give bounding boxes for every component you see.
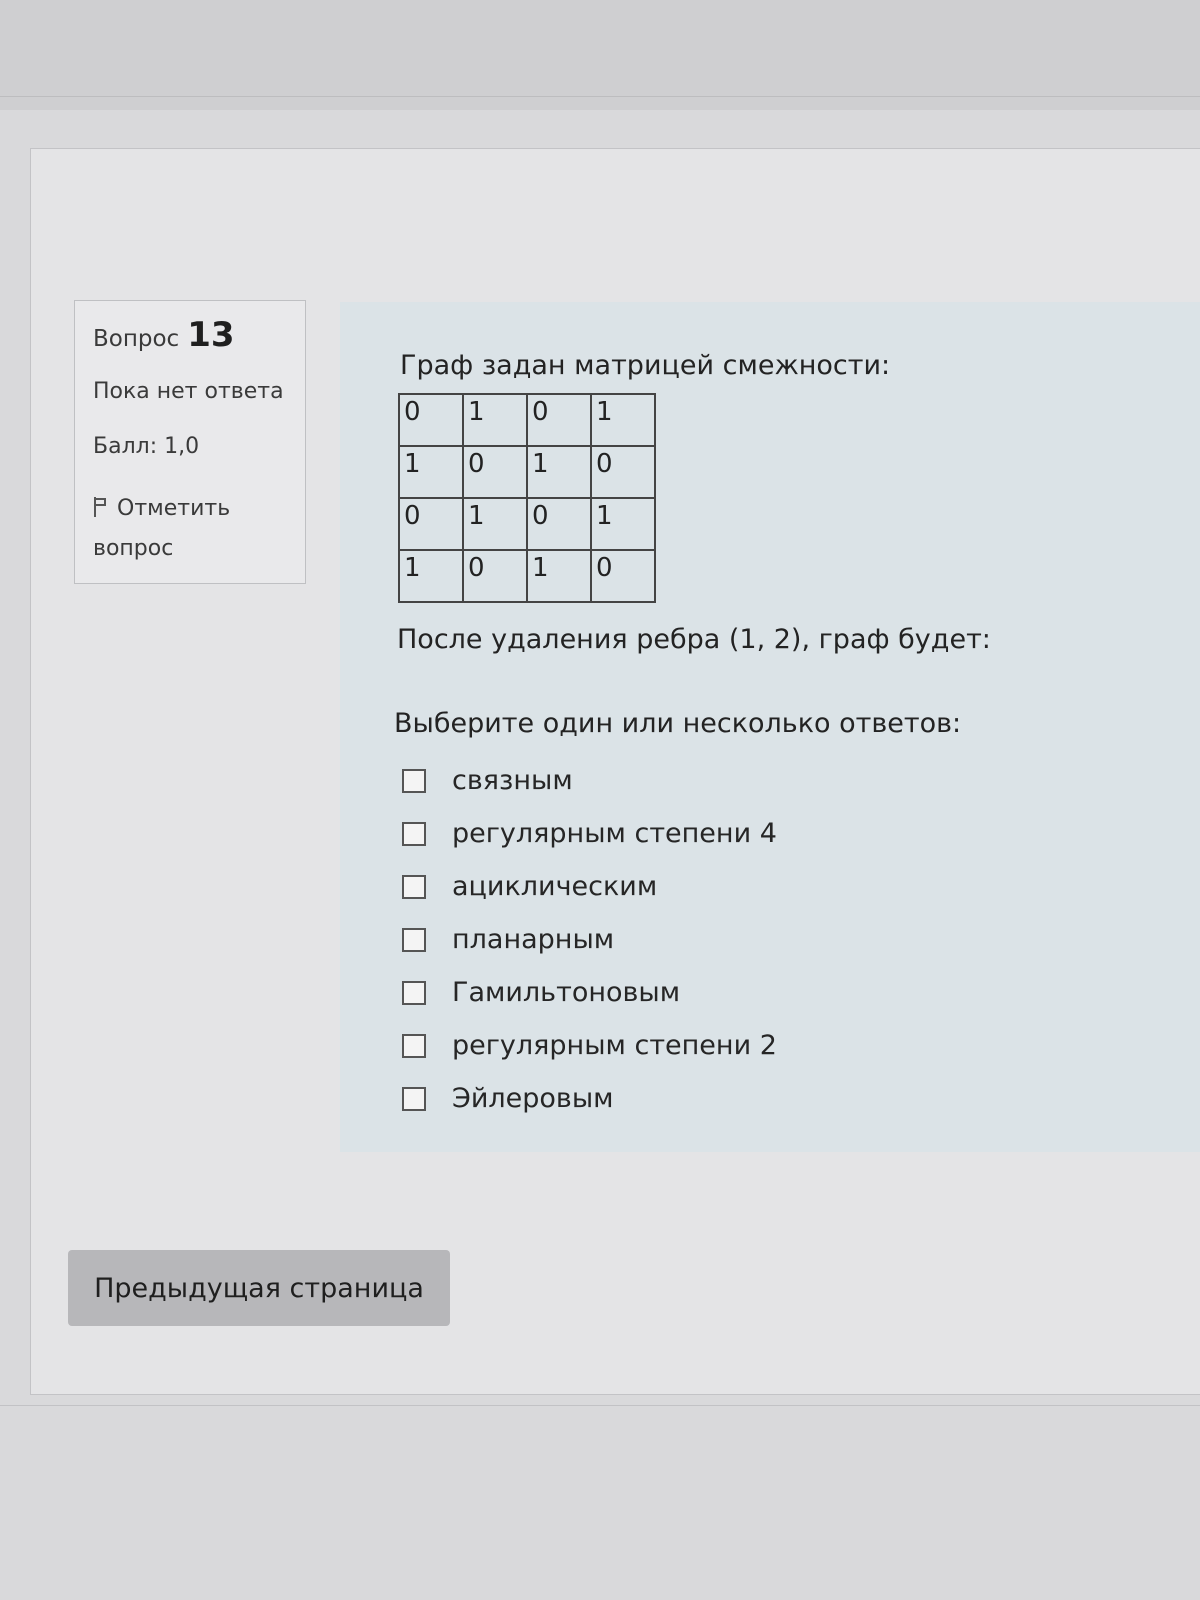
answer-option-label: регулярным степени 4	[452, 818, 777, 849]
previous-page-button[interactable]: Предыдущая страница	[68, 1250, 450, 1326]
matrix-cell: 0	[526, 393, 592, 447]
matrix-row: 0 1 0 1	[398, 393, 656, 447]
matrix-cell: 1	[526, 445, 592, 499]
divider	[0, 96, 1200, 97]
answer-option[interactable]: Гамильтоновым	[402, 966, 777, 1019]
adjacency-matrix: 0 1 0 1 1 0 1 0 0 1 0 1 1 0 1 0	[398, 393, 656, 603]
browser-top-area	[0, 0, 1200, 110]
matrix-cell: 0	[590, 549, 656, 603]
answer-option-label: планарным	[452, 924, 615, 955]
matrix-cell: 1	[462, 393, 528, 447]
question-condition: После удаления ребра (1, 2), граф будет:	[397, 624, 991, 655]
question-info-box: Вопрос 13 Пока нет ответа Балл: 1,0 Отме…	[74, 300, 306, 584]
answer-prompt: Выберите один или несколько ответов:	[394, 708, 962, 739]
checkbox[interactable]	[402, 980, 426, 1005]
matrix-cell: 1	[462, 497, 528, 551]
matrix-cell: 1	[398, 445, 464, 499]
checkbox[interactable]	[402, 1086, 426, 1111]
matrix-row: 0 1 0 1	[398, 497, 656, 551]
answer-options: связным регулярным степени 4 ациклически…	[402, 754, 777, 1125]
checkbox[interactable]	[402, 874, 426, 899]
question-label: Вопрос 13	[93, 315, 305, 355]
answer-option[interactable]: планарным	[402, 913, 777, 966]
flag-question-label: Отметить вопрос	[93, 496, 231, 561]
matrix-cell: 1	[590, 393, 656, 447]
matrix-cell: 1	[398, 549, 464, 603]
checkbox[interactable]	[402, 768, 426, 793]
answer-option-label: Эйлеровым	[452, 1083, 614, 1114]
answer-option-label: Гамильтоновым	[452, 977, 681, 1008]
matrix-cell: 1	[590, 497, 656, 551]
checkbox[interactable]	[402, 1033, 426, 1058]
checkbox[interactable]	[402, 821, 426, 846]
matrix-cell: 0	[398, 497, 464, 551]
question-word: Вопрос	[93, 326, 180, 352]
matrix-row: 1 0 1 0	[398, 549, 656, 603]
flag-question-link[interactable]: Отметить вопрос	[93, 489, 305, 569]
matrix-cell: 0	[462, 445, 528, 499]
question-number: 13	[187, 315, 235, 355]
answer-option-label: ациклическим	[452, 871, 658, 902]
answer-option-label: связным	[452, 765, 573, 796]
question-grade: Балл: 1,0	[93, 434, 200, 459]
flag-icon	[93, 497, 109, 517]
answer-option-label: регулярным степени 2	[452, 1030, 777, 1061]
divider	[0, 1405, 1200, 1406]
answer-option[interactable]: ациклическим	[402, 860, 777, 913]
answer-option[interactable]: регулярным степени 2	[402, 1019, 777, 1072]
answer-option[interactable]: связным	[402, 754, 777, 807]
answer-state: Пока нет ответа	[93, 379, 284, 404]
matrix-cell: 1	[526, 549, 592, 603]
checkbox[interactable]	[402, 927, 426, 952]
answer-option[interactable]: Эйлеровым	[402, 1072, 777, 1125]
matrix-cell: 0	[590, 445, 656, 499]
matrix-cell: 0	[526, 497, 592, 551]
matrix-cell: 0	[462, 549, 528, 603]
question-intro: Граф задан матрицей смежности:	[400, 350, 891, 381]
matrix-row: 1 0 1 0	[398, 445, 656, 499]
answer-option[interactable]: регулярным степени 4	[402, 807, 777, 860]
matrix-cell: 0	[398, 393, 464, 447]
